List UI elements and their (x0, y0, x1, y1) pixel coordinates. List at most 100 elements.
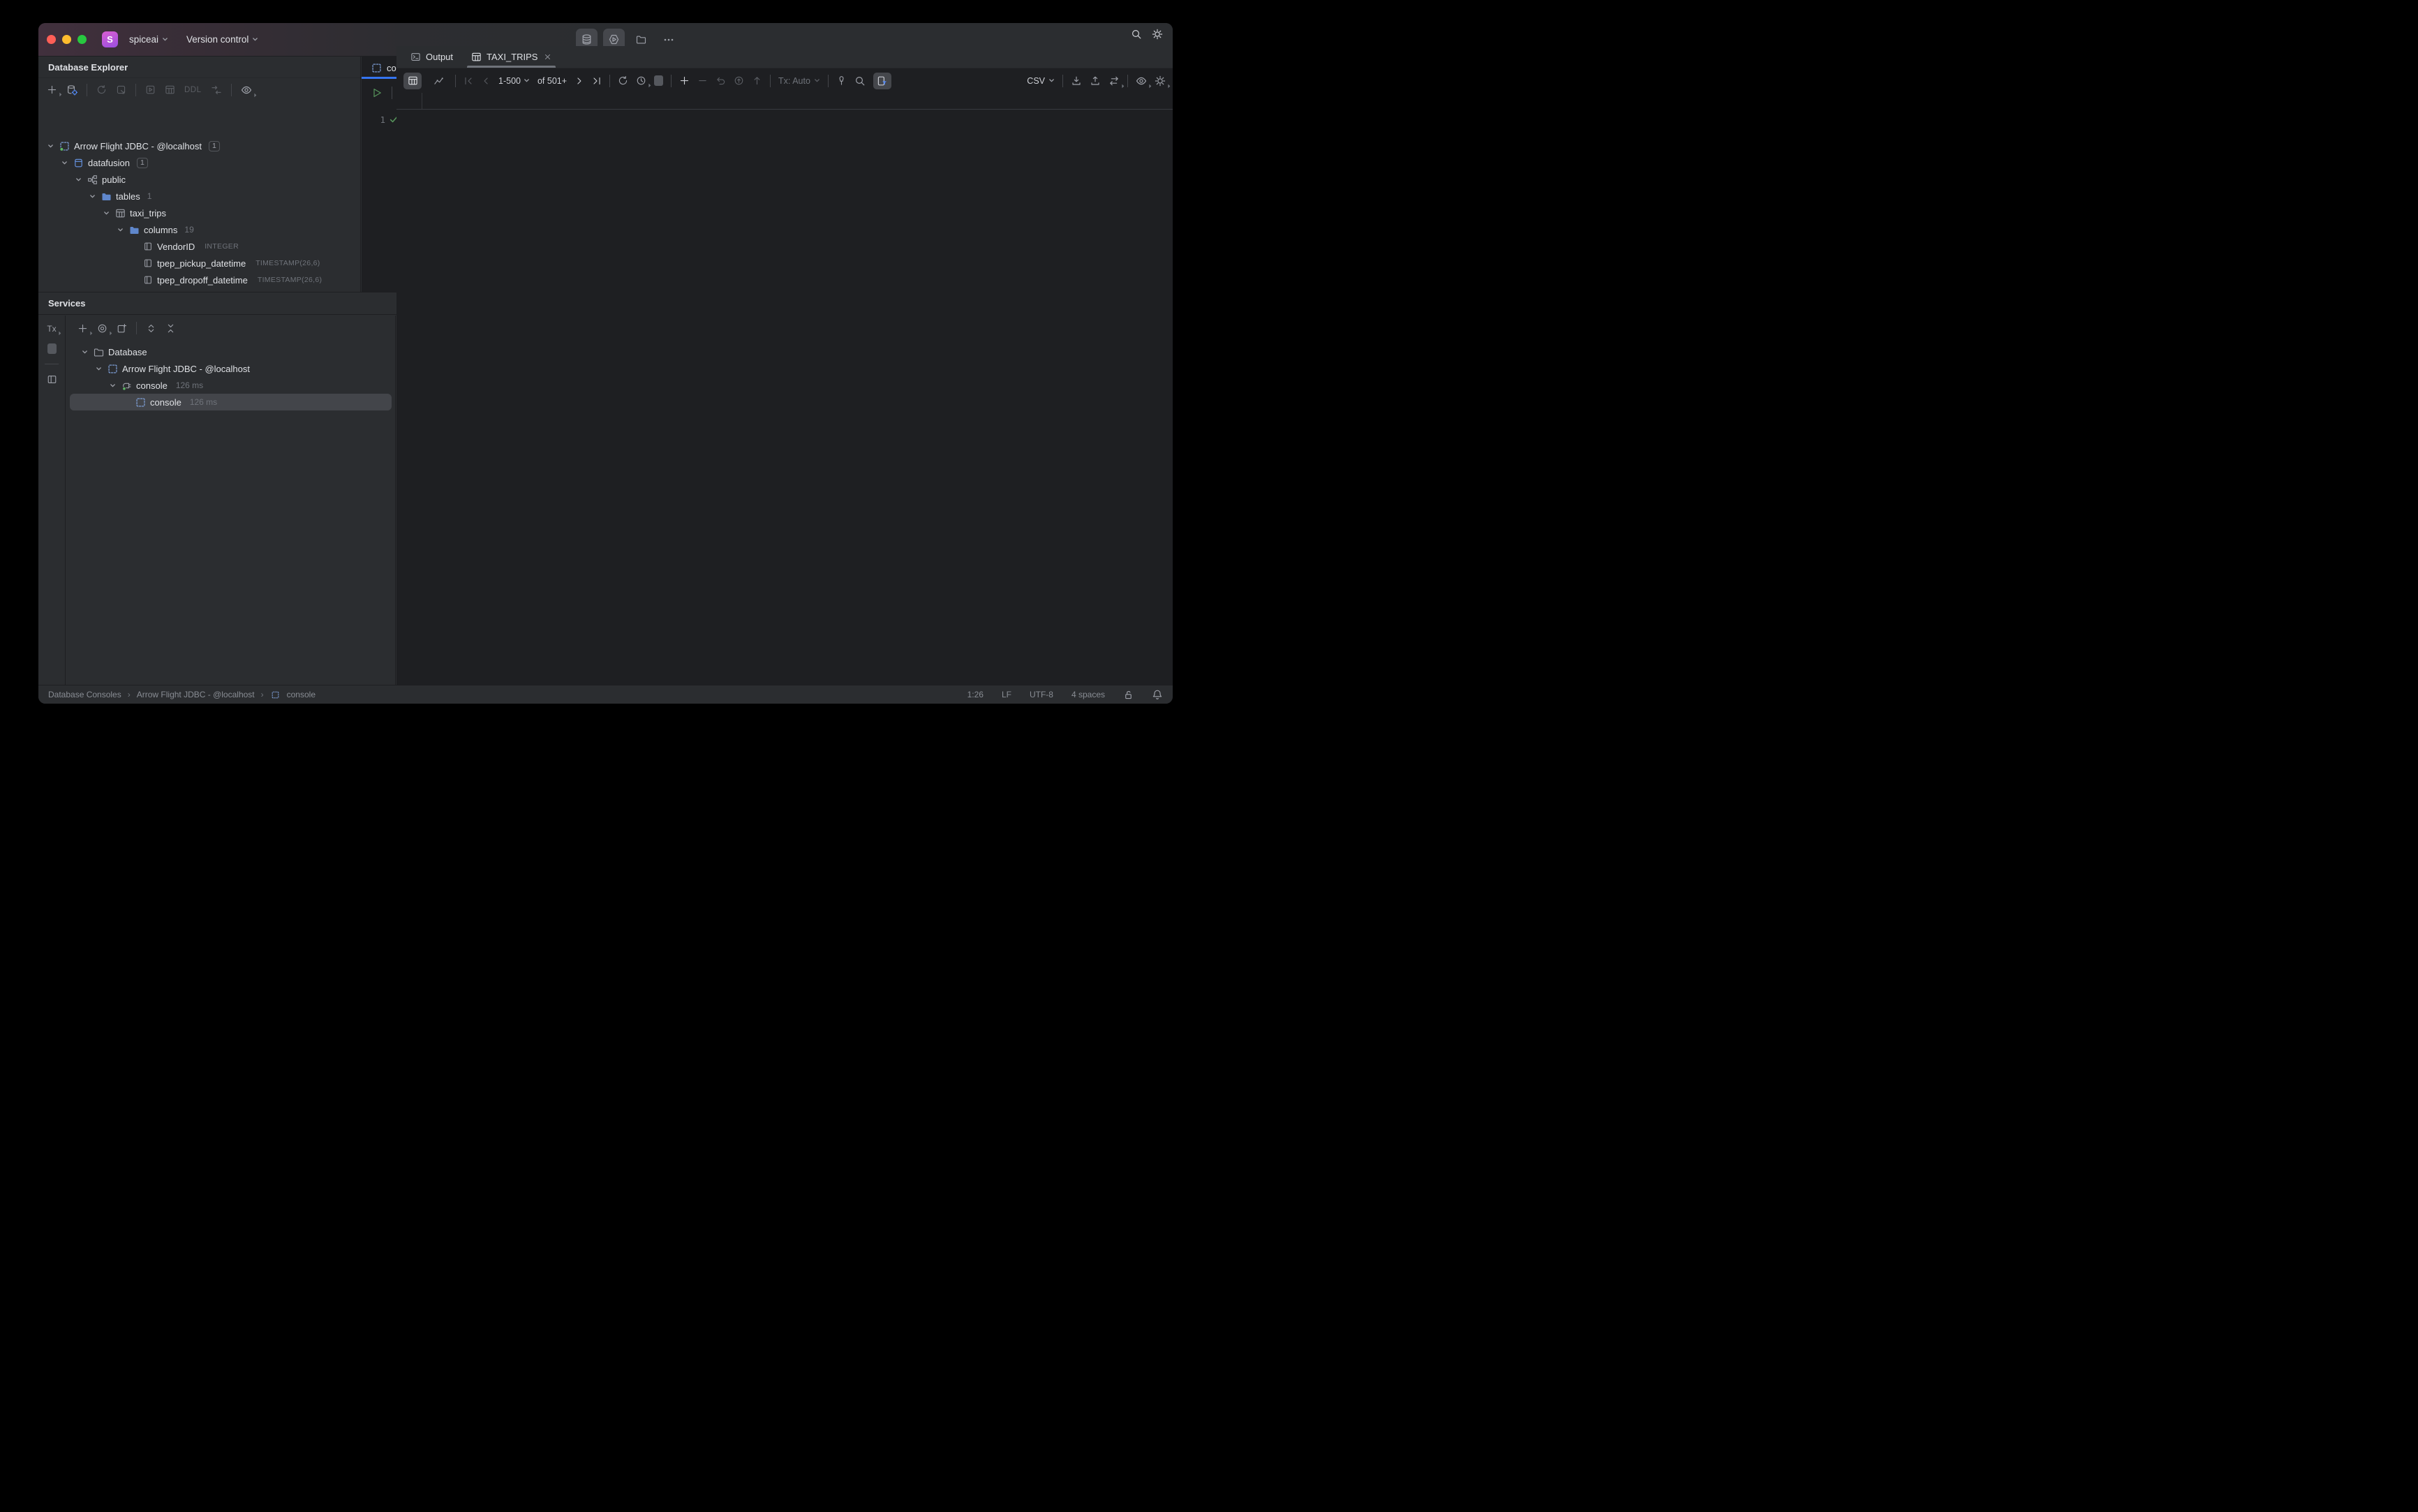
open-table-button[interactable] (165, 84, 175, 95)
tx-mode-select[interactable]: Tx: Auto (778, 76, 820, 86)
notifications-bell-icon[interactable] (1152, 689, 1163, 700)
database-icon (73, 158, 84, 168)
chevron-expanded-icon[interactable] (73, 177, 83, 183)
disconnect-button[interactable] (116, 84, 126, 95)
minimize-window-button[interactable] (62, 35, 71, 44)
jdbc-icon (59, 141, 70, 151)
settings-button[interactable] (1152, 29, 1163, 40)
toolbar-divider (1127, 74, 1128, 87)
layout-strip-button[interactable] (47, 374, 57, 385)
toolbar-divider (671, 74, 672, 87)
chevron-expanded-icon[interactable] (107, 383, 117, 389)
pin-tab-button[interactable] (836, 75, 847, 86)
tree-item-arrow-flight-jdbc-localhost[interactable]: Arrow Flight JDBC - @localhost 1 (38, 138, 360, 154)
schema-icon (87, 175, 98, 185)
datasource-settings-button[interactable] (66, 84, 77, 96)
tree-item-public[interactable]: public (38, 171, 360, 188)
tree-item-tpep-dropoff-datetime[interactable]: tpep_dropoff_datetime TIMESTAMP(26,6) (38, 272, 360, 288)
compare-data-button[interactable] (1108, 75, 1120, 87)
breadcrumb-console[interactable]: console (287, 690, 316, 699)
first-page-button[interactable] (463, 76, 473, 86)
find-in-grid-button[interactable] (854, 75, 866, 87)
reload-page-button[interactable] (618, 75, 628, 86)
tx-mode-label: Tx: Auto (778, 75, 810, 86)
tree-item-vendorid[interactable]: VendorID INTEGER (38, 238, 360, 255)
next-page-button[interactable] (574, 76, 584, 86)
folder-icon (636, 34, 646, 45)
view-options-button[interactable] (241, 84, 252, 96)
chart-view-button[interactable] (429, 73, 447, 89)
pager-range: 1-500 (498, 75, 521, 86)
search-everywhere-button[interactable] (1131, 29, 1142, 40)
results-panel: Output TAXI_TRIPS 1-500 of 501+ Tx: Auto… (396, 46, 1173, 704)
tree-item-tpep-pickup-datetime[interactable]: tpep_pickup_datetime TIMESTAMP(26,6) (38, 255, 360, 272)
view-mode-button[interactable] (97, 323, 107, 334)
grid-view-button[interactable] (403, 72, 422, 89)
run-query-button[interactable] (371, 87, 383, 98)
last-page-button[interactable] (592, 76, 602, 86)
generate-ddl-button[interactable]: DDL (184, 86, 202, 94)
indent-indicator[interactable]: 4 spaces (1071, 690, 1105, 699)
chevron-expanded-icon[interactable] (59, 160, 69, 166)
encoding-indicator[interactable]: UTF-8 (1030, 690, 1053, 699)
tree-item-tables[interactable]: tables 1 (38, 188, 360, 205)
services-tree-panel: Database Arrow Flight JDBC - @localhost co… (66, 316, 396, 685)
rollback-button[interactable] (734, 75, 744, 86)
expand-all-button[interactable] (146, 323, 156, 334)
filter-panel-button[interactable] (873, 72, 891, 89)
view-options-button[interactable] (1136, 75, 1147, 87)
tx-strip-button[interactable]: Tx (47, 324, 56, 334)
jump-to-console-button[interactable] (145, 84, 156, 95)
tree-item-label: tpep_pickup_datetime (157, 258, 246, 269)
grid-settings-button[interactable] (1155, 75, 1166, 87)
auto-refresh-button[interactable] (636, 75, 646, 86)
window-controls (47, 35, 87, 44)
submit-button[interactable] (752, 75, 762, 86)
breadcrumb-database-consoles[interactable]: Database Consoles (48, 690, 121, 699)
breadcrumb-datasource[interactable]: Arrow Flight JDBC - @localhost (137, 690, 255, 699)
chevron-expanded-icon[interactable] (80, 349, 89, 355)
collapse-all-button[interactable] (165, 323, 176, 334)
project-menu[interactable]: spiceai (125, 31, 172, 47)
add-datasource-button[interactable] (47, 84, 57, 95)
tab-output[interactable]: Output (410, 46, 453, 68)
chevron-down-icon (162, 36, 168, 43)
services-item-console[interactable]: console 126 ms (70, 394, 392, 410)
revert-changes-button[interactable] (715, 75, 726, 86)
services-item-console[interactable]: console 126 ms (70, 377, 392, 394)
import-data-button[interactable] (1090, 75, 1101, 87)
export-data-button[interactable] (1071, 75, 1082, 87)
chevron-expanded-icon[interactable] (94, 366, 103, 372)
execution-time: 126 ms (189, 397, 218, 407)
version-control-menu[interactable]: Version control (182, 31, 262, 47)
close-tab-icon[interactable] (544, 53, 551, 61)
delete-row-button[interactable] (697, 75, 708, 86)
tree-item-taxi-trips[interactable]: taxi_trips (38, 205, 360, 221)
page-size-select[interactable]: 1-500 (498, 76, 530, 86)
services-item-arrow-flight-jdbc-localhost[interactable]: Arrow Flight JDBC - @localhost (70, 360, 392, 377)
jump-to-editor-button[interactable] (211, 84, 222, 96)
refresh-button[interactable] (96, 84, 107, 95)
chevron-expanded-icon[interactable] (45, 143, 55, 149)
version-control-label: Version control (186, 34, 249, 45)
services-item-database[interactable]: Database (70, 343, 392, 360)
close-window-button[interactable] (47, 35, 56, 44)
tab-taxi-trips[interactable]: TAXI_TRIPS (467, 46, 556, 68)
export-format-select[interactable]: CSV (1027, 76, 1055, 86)
previous-page-button[interactable] (481, 76, 491, 86)
chevron-expanded-icon[interactable] (87, 193, 97, 200)
stop-strip-button[interactable] (47, 343, 57, 354)
add-row-button[interactable] (679, 75, 690, 86)
tree-item-columns[interactable]: columns 19 (38, 221, 360, 238)
add-service-button[interactable] (77, 323, 88, 334)
chevron-expanded-icon[interactable] (101, 210, 111, 216)
chevron-expanded-icon[interactable] (115, 227, 125, 233)
open-each-in-new-tab-button[interactable] (117, 323, 127, 334)
unlocked-icon[interactable] (1123, 690, 1134, 700)
line-separator-indicator[interactable]: LF (1002, 690, 1011, 699)
zoom-window-button[interactable] (77, 35, 87, 44)
caret-position[interactable]: 1:26 (967, 690, 984, 699)
tree-item-datafusion[interactable]: datafusion 1 (38, 154, 360, 171)
stop-refresh-button[interactable] (654, 75, 664, 86)
child-count: 1 (147, 191, 152, 201)
